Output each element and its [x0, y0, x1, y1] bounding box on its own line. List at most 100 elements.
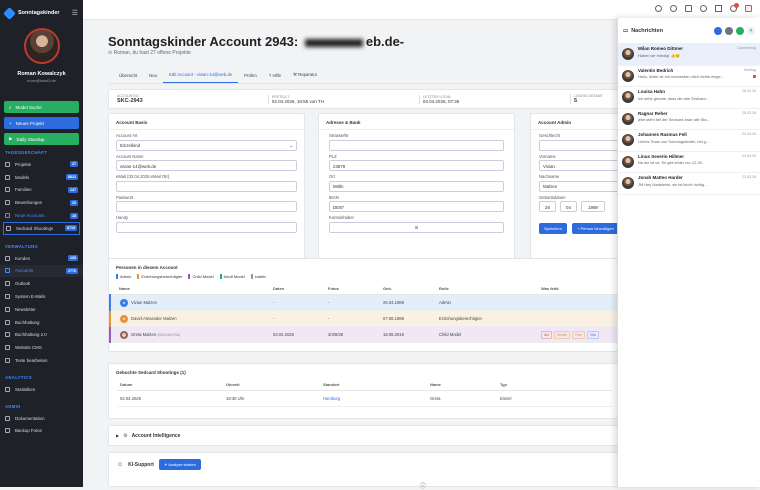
location-link[interactable]: Hamburg — [320, 390, 427, 407]
avatar — [622, 91, 634, 103]
mobile-input[interactable] — [116, 221, 297, 233]
new-project-button[interactable]: + Neues Projekt — [4, 117, 79, 129]
missing-schule-badge[interactable]: Schule — [553, 330, 571, 339]
chat-item[interactable]: Linus Severin Hillmer 24.03.26 Na die ist … — [618, 152, 760, 173]
tab-uebersicht[interactable]: Übersicht — [113, 73, 143, 83]
sidebar-item-sedcard-shootings[interactable]: Sedcard Shootings 8719 — [3, 221, 80, 235]
hamburger-menu-icon[interactable]: ☰ — [72, 9, 78, 17]
folder-icon — [5, 161, 10, 167]
avatar — [622, 155, 634, 168]
sidebar: Sonntagskinder ☰ Roman Kowalczyk mom@kow… — [0, 0, 83, 487]
user-plus-icon — [5, 213, 10, 219]
tab-neu[interactable]: Neu — [143, 73, 163, 83]
sidebar-item-system-emails[interactable]: System E-Mails — [0, 290, 83, 303]
table-row[interactable]: ● David-Alexander Malzen - - 07.06.1989 E… — [109, 310, 617, 327]
sidebar-item-kunden[interactable]: Kunden 105 — [0, 252, 83, 265]
section-analytics: ANALYTICS — [5, 374, 32, 380]
sidebar-item-buchhaltung[interactable]: Buchhaltung — [0, 316, 83, 329]
chat-search-button[interactable] — [714, 26, 722, 35]
missing-vita-badge[interactable]: Vita — [586, 330, 599, 339]
logout-icon[interactable] — [745, 5, 752, 12]
section-verwaltung: VERWALTUNG — [5, 243, 39, 249]
sidebar-item-accounts[interactable]: Accounts 2776 — [0, 264, 83, 278]
chat-item[interactable]: Louisa Hahn 26.03.26 Ich sehe gerade, dass… — [618, 87, 760, 109]
add-person-button[interactable]: + Person hinzufügen — [572, 223, 619, 234]
account-name-input[interactable]: vivian-14@web.de — [116, 160, 297, 171]
table-row[interactable]: 02.04.2026 18:30 Uhr Hamburg Greta Einze… — [117, 390, 612, 407]
sidebar-item-texte[interactable]: Texte bearbeiten — [0, 354, 83, 367]
sidebar-item-bewerbungen[interactable]: Bewerbungen 20 — [0, 196, 83, 209]
redacted-email — [304, 38, 363, 47]
chat-item[interactable]: Jonah Matteo Harder 23.03.26 JM Hey Madele… — [618, 173, 760, 195]
chat-item[interactable]: Valentin Bedrich Montag Hallo, leider ist … — [618, 66, 760, 87]
table-row[interactable]: ● Vivian Malzen - - 26.04.1989 Admin — [109, 294, 617, 311]
clock-icon[interactable] — [655, 5, 662, 12]
birth-year-input[interactable]: 1989 — [581, 201, 605, 212]
missing-akt-badge[interactable]: Akt — [541, 330, 552, 339]
chat-item[interactable]: Milan Romeo Dittmer Donnerstag Haben wir e… — [618, 44, 760, 66]
city-input[interactable]: Mölln — [329, 180, 504, 192]
sidebar-item-buchhaltung-2[interactable]: Buchhaltung 2.0 — [0, 329, 83, 342]
fullscreen-icon[interactable] — [715, 5, 722, 12]
missing-foto-badge[interactable]: Foto — [572, 330, 585, 339]
chat-next-icon[interactable]: › — [747, 26, 755, 35]
password-input[interactable] — [116, 201, 297, 212]
sidebar-item-statistiken[interactable]: Statistiken — [0, 383, 83, 396]
save-button[interactable]: Speichern — [539, 223, 568, 234]
filter-adult-model[interactable]: Adult Model — [219, 274, 247, 279]
tab-reparatur[interactable]: ⚒ Reparatur — [287, 72, 323, 83]
search-icon[interactable] — [700, 5, 707, 12]
id-card-icon — [5, 268, 10, 274]
table-row[interactable]: Greta Malzen (SKC/1M-3 Rd) 03.04.2026 3/… — [109, 326, 617, 343]
sidebar-item-outlook[interactable]: Outlook — [0, 277, 83, 290]
sidebar-item-website-cms[interactable]: Website CMS — [0, 341, 83, 354]
street-input[interactable] — [329, 139, 504, 151]
tab-pruefen[interactable]: Prüfen — [238, 73, 263, 83]
filter-child-model[interactable]: Child Model — [188, 274, 215, 279]
chat-item[interactable]: Ragnar Reher 25.03.26 jetzt steht bei der … — [618, 109, 760, 130]
tab-edit-account[interactable]: Edit Account - vivian-14@web.de — [163, 72, 239, 83]
account-holder-input[interactable]: iri — [329, 221, 504, 233]
notification-bell-icon[interactable] — [730, 3, 739, 12]
sidebar-item-familien[interactable]: Familien 147 — [0, 184, 83, 197]
account-intelligence-collapsible[interactable]: ▶ ⚙ Account Intelligence — [108, 425, 618, 446]
user-name: Roman Kowalczyk — [17, 71, 66, 77]
avatar — [622, 69, 634, 82]
user-icon: ● — [120, 298, 128, 307]
daily-standup-button[interactable]: ▶ Daily Standup — [4, 133, 79, 145]
sidebar-item-newsletter[interactable]: Newsletter — [0, 303, 83, 316]
user-icon: ● — [120, 314, 128, 323]
start-analysis-button[interactable]: ✦ Analyse starten — [158, 459, 201, 470]
info-circle-icon[interactable]: ⓘ — [420, 481, 426, 490]
shootings-panel: Gebuchte Sedcard Shootings (1) Datum Uhr… — [108, 363, 618, 419]
iban-input[interactable]: DE87 — [329, 201, 504, 212]
filter-erziehungsberechtigter[interactable]: Erziehungsberechtigter — [137, 274, 184, 279]
user-avatar[interactable] — [23, 28, 60, 64]
account-type-select[interactable]: Einzelkind ⌄ — [116, 139, 297, 151]
birth-month-input[interactable]: 04 — [560, 201, 577, 212]
avatar — [120, 330, 128, 339]
email-input[interactable] — [116, 180, 297, 192]
chat-send-button[interactable] — [736, 26, 744, 35]
inbox-icon[interactable] — [685, 5, 692, 12]
model-search-button[interactable]: ⌕ Model Suche — [4, 101, 79, 113]
birth-day-input[interactable]: 26 — [539, 201, 556, 212]
section-admin: ADMIN — [5, 403, 21, 409]
filter-inaktiv[interactable]: inaktiv — [250, 274, 268, 279]
sidebar-item-neue-accounts[interactable]: Neue Accounts 18 — [0, 209, 83, 222]
globe-icon — [5, 345, 10, 351]
filter-admin[interactable]: Admin — [116, 274, 133, 279]
sidebar-item-models[interactable]: Models 8812 — [0, 171, 83, 184]
address-bank-panel: Adresse & Bank Strasse/Nr PLZ 23879 Ort … — [318, 113, 515, 263]
zip-input[interactable]: 23879 — [329, 160, 504, 171]
chat-item[interactable]: Johannes Rasmus Fell 24.03.26 Liebes Team … — [618, 130, 760, 152]
sidebar-item-projekte[interactable]: Projekte 27 — [0, 158, 83, 171]
newspaper-icon — [5, 306, 10, 312]
sidebar-item-dokumentation[interactable]: Dokumentation — [0, 412, 83, 425]
messages-header: ▭ Nachrichten › — [618, 18, 760, 44]
robot-icon: ☺ — [117, 461, 124, 468]
sidebar-item-backup-fotos[interactable]: Backup Fotos — [0, 425, 83, 438]
chat-archive-button[interactable] — [725, 26, 733, 35]
settings-icon[interactable] — [670, 5, 677, 12]
tab-hilfe[interactable]: ? Hilfe — [263, 73, 287, 83]
